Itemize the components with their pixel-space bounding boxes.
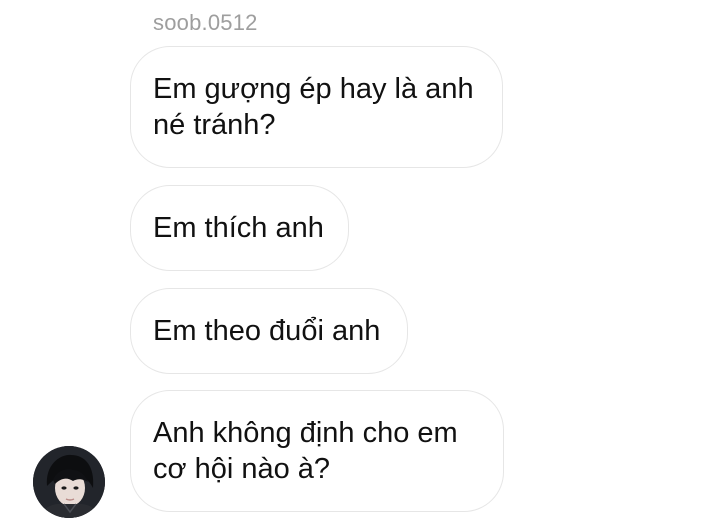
user-avatar-icon [33, 446, 105, 518]
message-bubble[interactable]: Anh không định cho em cơ hội nào à? [130, 390, 504, 512]
sender-avatar[interactable] [33, 446, 105, 518]
message-text: Em gượng ép hay là anh né tránh? [153, 73, 474, 141]
message-text: Em thích anh [153, 212, 324, 244]
message-bubble[interactable]: Em gượng ép hay là anh né tránh? [130, 46, 503, 168]
message-text: Anh không định cho em cơ hội nào à? [153, 417, 458, 485]
message-bubble[interactable]: Em thích anh [130, 185, 349, 271]
message-bubble[interactable]: Em theo đuổi anh [130, 288, 408, 374]
sender-username[interactable]: soob.0512 [153, 10, 258, 36]
message-text: Em theo đuổi anh [153, 315, 381, 347]
